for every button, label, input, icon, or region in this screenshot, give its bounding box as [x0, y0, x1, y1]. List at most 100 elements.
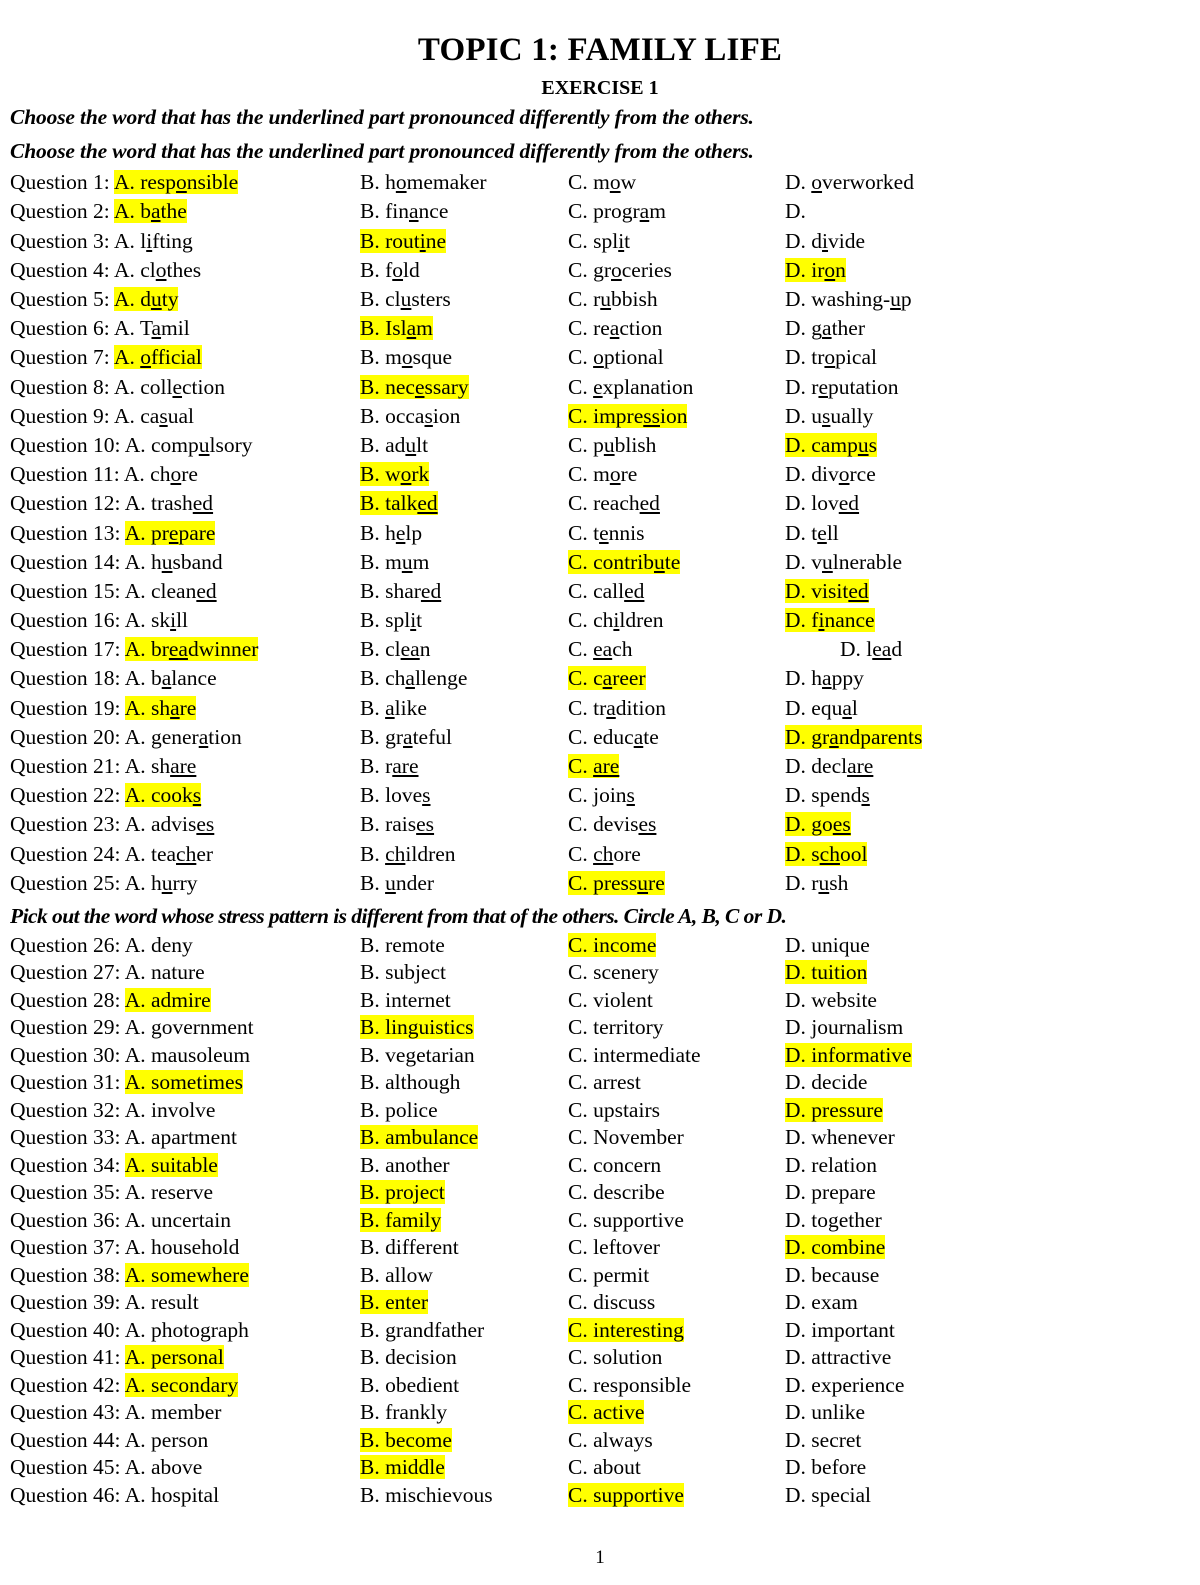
- option-d[interactable]: D. overworked: [785, 168, 914, 197]
- option-c[interactable]: C. November: [568, 1124, 684, 1152]
- option-c[interactable]: C. joins: [568, 781, 635, 810]
- option-d[interactable]: D. prepare: [785, 1179, 876, 1207]
- option-a[interactable]: Question 27: A. nature: [10, 959, 205, 987]
- option-b[interactable]: B. raises: [360, 810, 434, 839]
- option-c[interactable]: C. upstairs: [568, 1097, 660, 1125]
- option-a[interactable]: Question 16: A. skill: [10, 606, 188, 635]
- option-a[interactable]: Question 35: A. reserve: [10, 1179, 213, 1207]
- option-a[interactable]: Question 20: A. generation: [10, 723, 242, 752]
- option-b[interactable]: B. talked: [360, 489, 438, 518]
- option-d[interactable]: D. iron: [785, 256, 846, 285]
- option-a[interactable]: Question 12: A. trashed: [10, 489, 213, 518]
- option-d[interactable]: D. special: [785, 1482, 871, 1510]
- option-d[interactable]: D. reputation: [785, 373, 898, 402]
- option-d[interactable]: D. divorce: [785, 460, 876, 489]
- option-c[interactable]: C. concern: [568, 1152, 661, 1180]
- option-b[interactable]: B. grandfather: [360, 1317, 484, 1345]
- option-d[interactable]: D.: [785, 197, 806, 226]
- option-d[interactable]: D. divide: [785, 227, 865, 256]
- option-b[interactable]: B. linguistics: [360, 1014, 474, 1042]
- option-c[interactable]: C. permit: [568, 1262, 649, 1290]
- option-d[interactable]: D. pressure: [785, 1097, 883, 1125]
- option-a[interactable]: Question 19: A. share: [10, 694, 197, 723]
- option-c[interactable]: C. intermediate: [568, 1042, 701, 1070]
- option-a[interactable]: Question 39: A. result: [10, 1289, 199, 1317]
- option-b[interactable]: B. mischievous: [360, 1482, 493, 1510]
- option-c[interactable]: C. responsible: [568, 1372, 691, 1400]
- option-a[interactable]: Question 37: A. household: [10, 1234, 239, 1262]
- option-d[interactable]: D. decide: [785, 1069, 867, 1097]
- option-b[interactable]: B. middle: [360, 1454, 445, 1482]
- option-a[interactable]: Question 21: A. share: [10, 752, 196, 781]
- option-c[interactable]: C. pressure: [568, 869, 665, 898]
- option-c[interactable]: C. discuss: [568, 1289, 655, 1317]
- option-c[interactable]: C. solution: [568, 1344, 662, 1372]
- option-a[interactable]: Question 24: A. teacher: [10, 840, 213, 869]
- option-a[interactable]: Question 17: A. breadwinner: [10, 635, 259, 664]
- option-c[interactable]: C. reached: [568, 489, 660, 518]
- option-b[interactable]: B. homemaker: [360, 168, 487, 197]
- option-d[interactable]: D. rush: [785, 869, 848, 898]
- option-d[interactable]: D. declare: [785, 752, 873, 781]
- option-c[interactable]: C. career: [568, 664, 646, 693]
- option-c[interactable]: C. optional: [568, 343, 664, 372]
- option-b[interactable]: B. adult: [360, 431, 428, 460]
- option-c[interactable]: C. impression: [568, 402, 688, 431]
- option-c[interactable]: C. reaction: [568, 314, 662, 343]
- option-b[interactable]: B. although: [360, 1069, 460, 1097]
- option-d[interactable]: D. tropical: [785, 343, 877, 372]
- option-a[interactable]: Question 41: A. personal: [10, 1344, 224, 1372]
- option-b[interactable]: B. vegetarian: [360, 1042, 475, 1070]
- option-d[interactable]: D. secret: [785, 1427, 861, 1455]
- option-b[interactable]: B. Islam: [360, 314, 433, 343]
- option-d[interactable]: D. before: [785, 1454, 866, 1482]
- option-c[interactable]: C. explanation: [568, 373, 693, 402]
- option-b[interactable]: B. decision: [360, 1344, 457, 1372]
- option-b[interactable]: B. routine: [360, 227, 447, 256]
- option-d[interactable]: D. attractive: [785, 1344, 891, 1372]
- option-b[interactable]: B. allow: [360, 1262, 433, 1290]
- option-d[interactable]: D. vulnerable: [785, 548, 902, 577]
- option-a[interactable]: Question 4: A. clothes: [10, 256, 201, 285]
- option-d[interactable]: D. journalism: [785, 1014, 903, 1042]
- option-b[interactable]: B. work: [360, 460, 430, 489]
- option-d[interactable]: D. important: [785, 1317, 895, 1345]
- option-a[interactable]: Question 34: A. suitable: [10, 1152, 218, 1180]
- option-d[interactable]: D. because: [785, 1262, 879, 1290]
- option-a[interactable]: Question 7: A. official: [10, 343, 202, 372]
- option-b[interactable]: B. under: [360, 869, 434, 898]
- option-b[interactable]: B. ambulance: [360, 1124, 479, 1152]
- option-b[interactable]: B. loves: [360, 781, 431, 810]
- option-a[interactable]: Question 9: A. casual: [10, 402, 194, 431]
- option-b[interactable]: B. mum: [360, 548, 429, 577]
- option-b[interactable]: B. children: [360, 840, 456, 869]
- option-d[interactable]: D. website: [785, 987, 877, 1015]
- option-a[interactable]: Question 36: A. uncertain: [10, 1207, 231, 1235]
- option-c[interactable]: C. more: [568, 460, 637, 489]
- option-a[interactable]: Question 31: A. sometimes: [10, 1069, 243, 1097]
- option-b[interactable]: B. split: [360, 606, 422, 635]
- option-d[interactable]: D. happy: [785, 664, 864, 693]
- option-b[interactable]: B. alike: [360, 694, 427, 723]
- option-d[interactable]: D. equal: [785, 694, 858, 723]
- option-d[interactable]: D. grandparents: [785, 723, 923, 752]
- option-c[interactable]: C. rubbish: [568, 285, 658, 314]
- option-d[interactable]: D. tuition: [785, 959, 868, 987]
- option-a[interactable]: Question 45: A. above: [10, 1454, 202, 1482]
- option-c[interactable]: C. devises: [568, 810, 656, 839]
- option-c[interactable]: C. describe: [568, 1179, 665, 1207]
- option-c[interactable]: C. chore: [568, 840, 641, 869]
- option-b[interactable]: B. clusters: [360, 285, 451, 314]
- option-d[interactable]: D. loved: [785, 489, 859, 518]
- option-d[interactable]: D. exam: [785, 1289, 858, 1317]
- option-b[interactable]: B. necessary: [360, 373, 469, 402]
- option-c[interactable]: C. are: [568, 752, 620, 781]
- option-c[interactable]: C. violent: [568, 987, 653, 1015]
- option-d[interactable]: D. whenever: [785, 1124, 895, 1152]
- option-a[interactable]: Question 38: A. somewhere: [10, 1262, 249, 1290]
- option-a[interactable]: Question 13: A. prepare: [10, 519, 216, 548]
- option-c[interactable]: C. leftover: [568, 1234, 660, 1262]
- option-a[interactable]: Question 1: A. responsible: [10, 168, 239, 197]
- option-b[interactable]: B. project: [360, 1179, 445, 1207]
- option-b[interactable]: B. enter: [360, 1289, 429, 1317]
